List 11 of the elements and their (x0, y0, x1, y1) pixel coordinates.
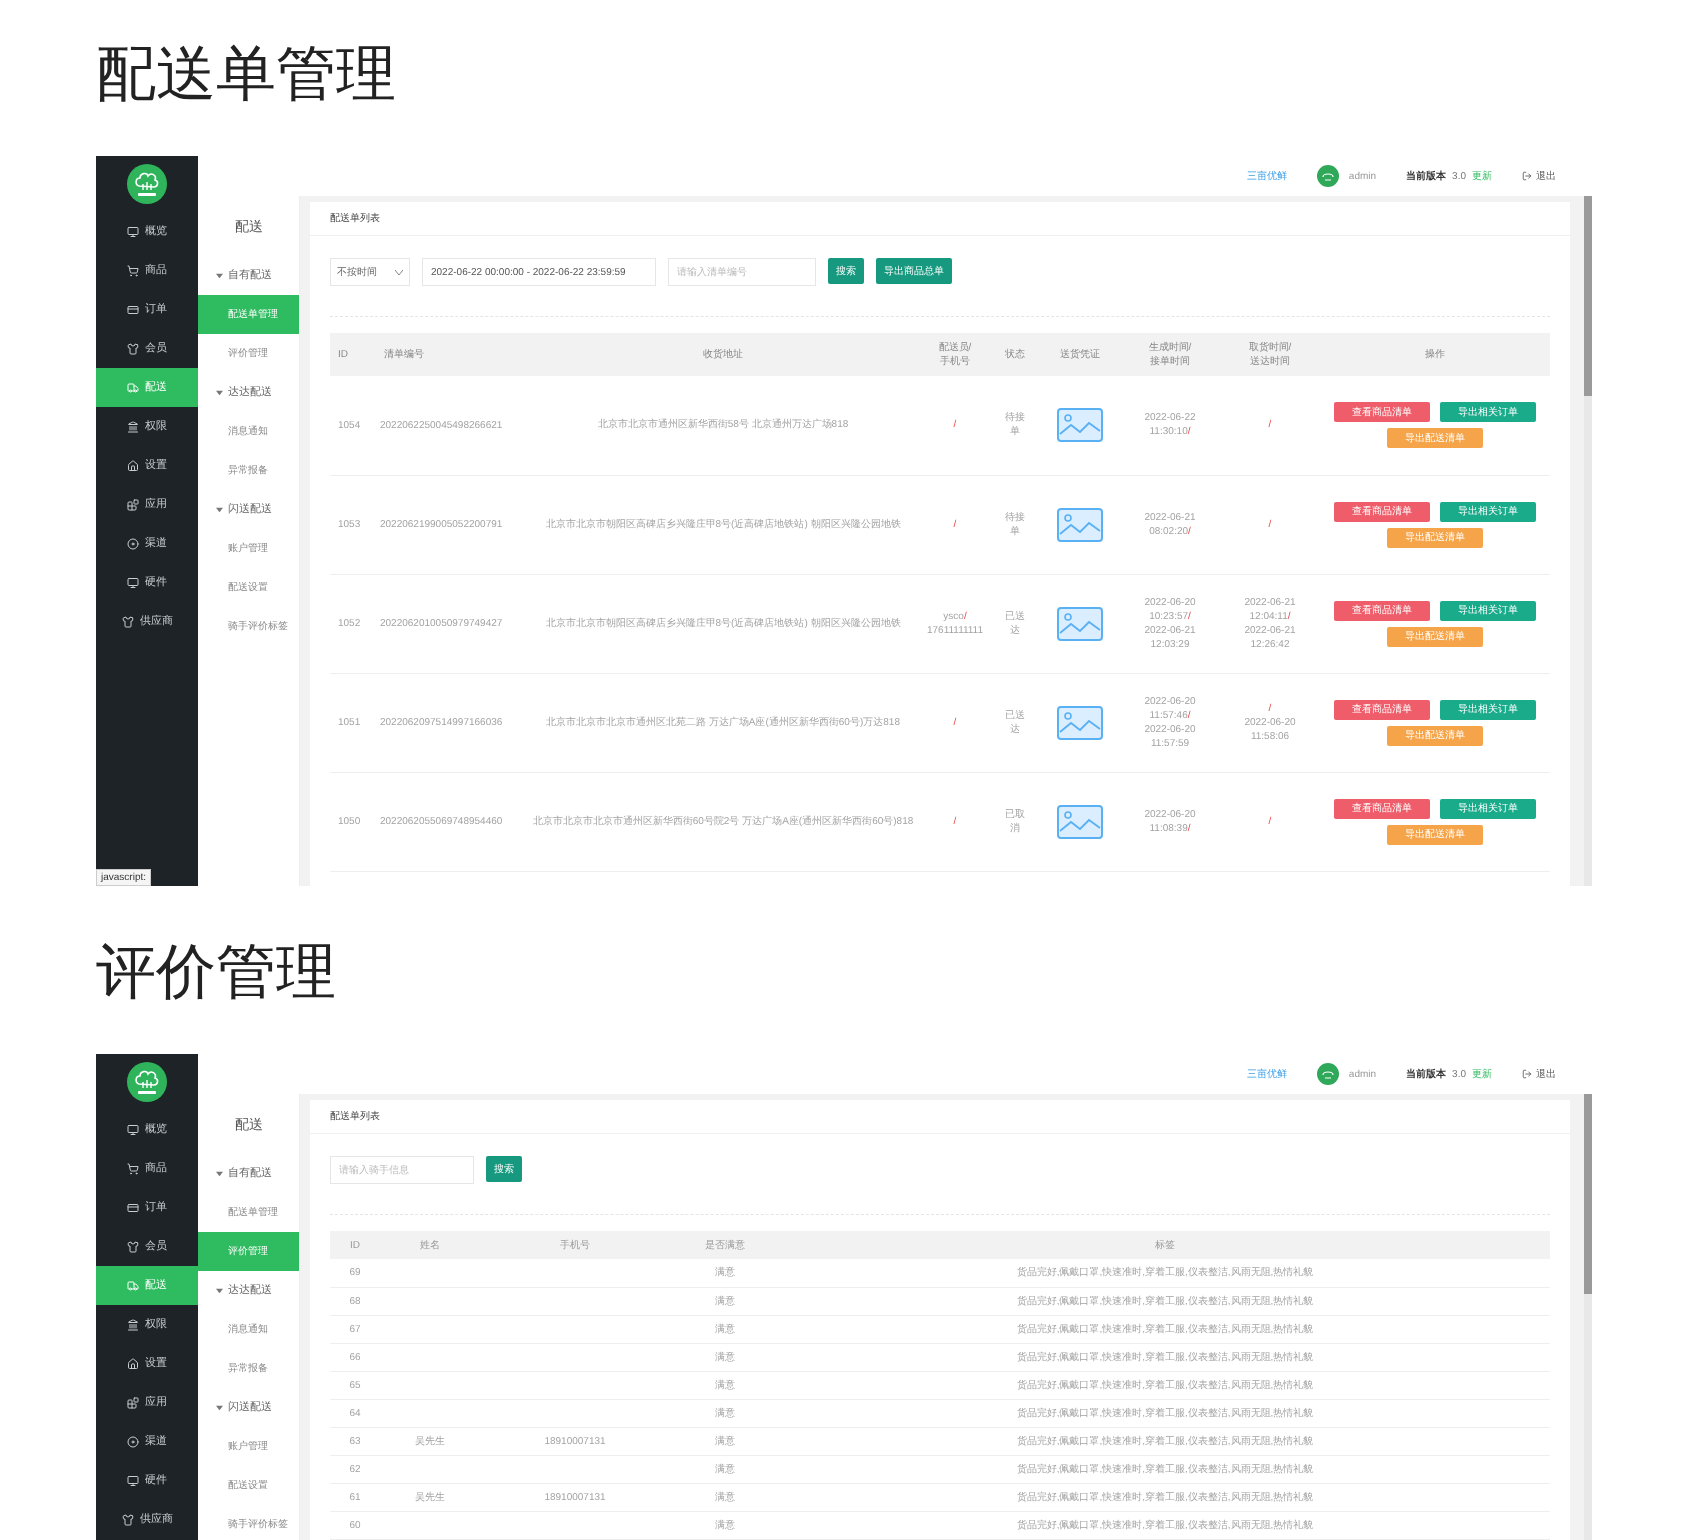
scrollbar[interactable] (1584, 1094, 1592, 1540)
image-placeholder-icon (1057, 705, 1103, 740)
logo-icon (127, 164, 167, 204)
image-placeholder-icon (1057, 606, 1103, 641)
image-placeholder-icon (1057, 507, 1103, 542)
image-placeholder-icon (1057, 804, 1103, 839)
image-placeholder-icon (1057, 408, 1103, 443)
scrollbar[interactable] (1584, 196, 1592, 886)
section-heading: 评价管理 (96, 938, 338, 1010)
section-heading: 配送单管理 (96, 40, 398, 112)
logo-icon (127, 1062, 167, 1102)
